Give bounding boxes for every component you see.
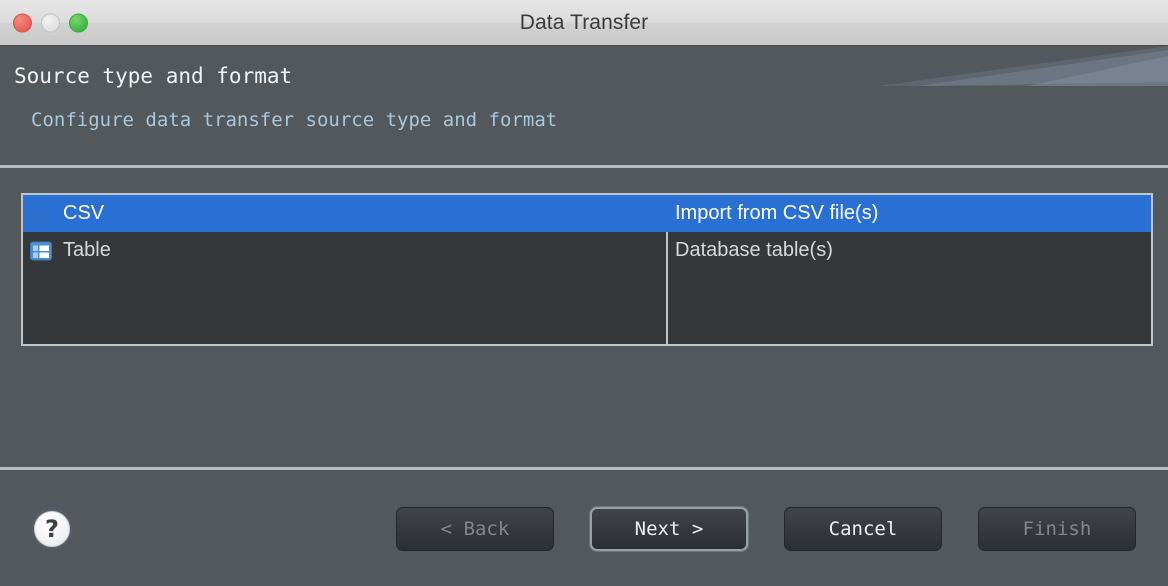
page-subtitle: Configure data transfer source type and … (31, 109, 557, 131)
finish-button[interactable]: Finish (978, 507, 1136, 551)
row-label: CSV (63, 202, 104, 225)
row-description: Database table(s) (666, 239, 1151, 262)
window-titlebar: Data Transfer (0, 0, 1168, 46)
back-button[interactable]: < Back (396, 507, 554, 551)
cancel-button[interactable]: Cancel (784, 507, 942, 551)
window-title: Data Transfer (0, 11, 1168, 35)
wizard-button-group: < Back Next > Cancel Finish (396, 507, 1136, 551)
table-row[interactable]: CSV CSV Import from CSV file(s) (23, 195, 1151, 232)
row-name-cell: Table (23, 238, 666, 264)
source-type-rows: CSV CSV Import from CSV file(s) (23, 195, 1151, 269)
data-transfer-dialog: Data Transfer Source type and format Con… (0, 0, 1168, 586)
table-row[interactable]: Table Database table(s) (23, 232, 1151, 269)
database-table-icon (28, 238, 54, 264)
wizard-footer: ? < Back Next > Cancel Finish (0, 467, 1168, 586)
row-label: Table (63, 239, 111, 262)
close-window-button[interactable] (13, 13, 32, 32)
wizard-header: Source type and format Configure data tr… (0, 46, 1168, 168)
header-decoration-swoosh (878, 46, 1168, 118)
maximize-window-button[interactable] (69, 13, 88, 32)
svg-text:CSV: CSV (31, 216, 51, 226)
source-type-list[interactable]: CSV CSV Import from CSV file(s) (21, 193, 1153, 346)
row-description: Import from CSV file(s) (666, 202, 1151, 225)
row-name-cell: CSV CSV (23, 201, 666, 227)
next-button[interactable]: Next > (590, 507, 748, 551)
help-button[interactable]: ? (34, 511, 70, 547)
help-icon: ? (45, 517, 59, 541)
page-title: Source type and format (14, 64, 292, 88)
wizard-body: CSV CSV Import from CSV file(s) (0, 168, 1168, 467)
traffic-light-buttons (13, 13, 88, 32)
minimize-window-button[interactable] (41, 13, 60, 32)
csv-file-icon: CSV (28, 201, 54, 227)
